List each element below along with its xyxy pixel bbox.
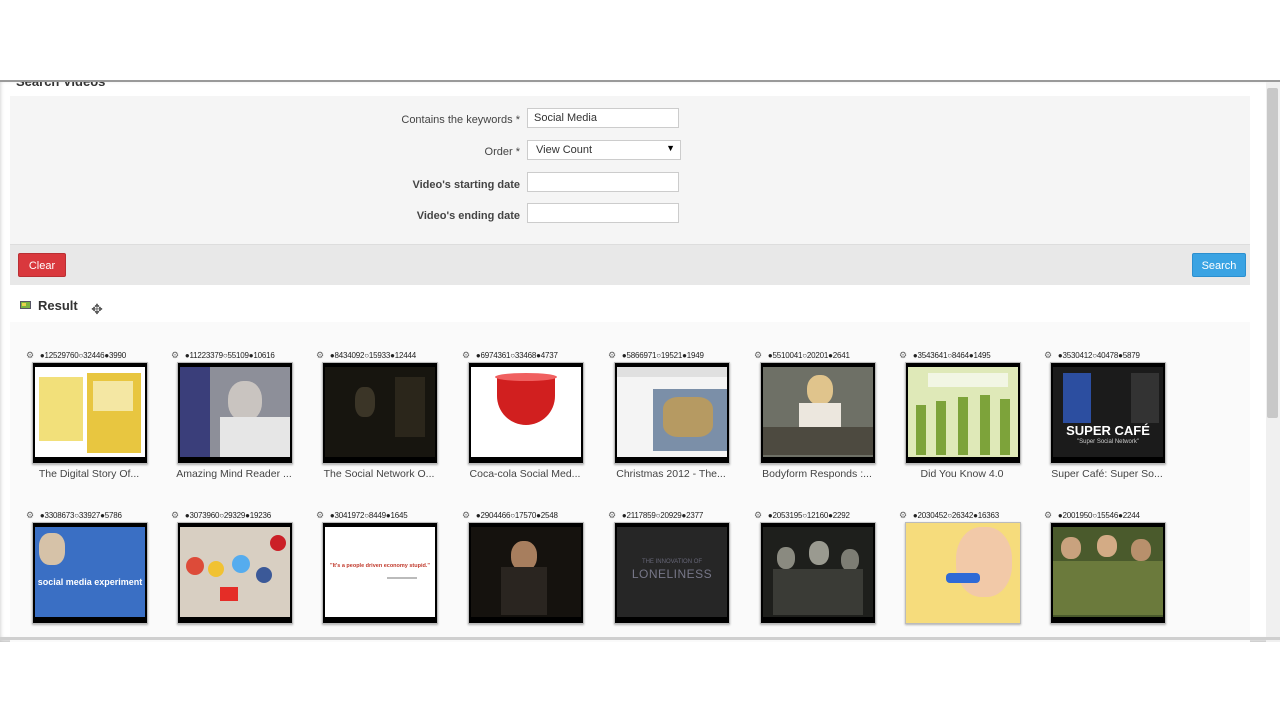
- thumb-caption: SUPER CAFÉ: [1066, 423, 1150, 438]
- order-label: Order *: [484, 146, 520, 158]
- move-cursor-icon: ✥: [91, 301, 103, 317]
- video-stats: ●11223379○55109●10616: [184, 351, 275, 360]
- video-thumbnail[interactable]: [468, 522, 584, 624]
- gear-icon: ⚙: [1044, 350, 1052, 360]
- start-date-input[interactable]: [527, 172, 679, 192]
- gear-icon: ⚙: [171, 510, 179, 520]
- video-stats: ●2030452○26342●16363: [912, 511, 1000, 520]
- gear-icon: ⚙: [899, 510, 907, 520]
- video-stats: ●2053195○12160●2292: [767, 511, 850, 520]
- video-stats: ●3308673○33927●5786: [39, 511, 122, 520]
- order-value: View Count: [536, 144, 593, 156]
- gear-icon: ⚙: [608, 510, 616, 520]
- gear-icon: ⚙: [316, 510, 324, 520]
- video-thumbnail[interactable]: [905, 362, 1021, 464]
- video-thumbnail[interactable]: [468, 362, 584, 464]
- gear-icon: ⚙: [316, 350, 324, 360]
- video-thumbnail[interactable]: [905, 522, 1021, 624]
- start-date-label: Video's starting date: [412, 179, 520, 191]
- video-thumbnail[interactable]: "It's a people driven economy stupid.": [322, 522, 438, 624]
- video-title[interactable]: Coca-cola Social Med...: [466, 468, 584, 480]
- gear-icon: ⚙: [899, 350, 907, 360]
- order-select[interactable]: View Count ▼: [527, 140, 681, 160]
- search-videos-panel: Search Videos Contains the keywords * So…: [0, 80, 1280, 642]
- video-title[interactable]: Bodyform Responds :...: [758, 468, 876, 480]
- thumb-caption-top: THE INNOVATION OF: [641, 559, 703, 565]
- video-stats: ●6974361○33468●4737: [475, 351, 558, 360]
- gear-icon: ⚙: [462, 510, 470, 520]
- gear-icon: ⚙: [754, 510, 762, 520]
- end-date-input[interactable]: [527, 203, 679, 223]
- video-thumbnail[interactable]: [177, 362, 293, 464]
- video-stats: ●2001950○15546●2244: [1057, 511, 1140, 520]
- video-title[interactable]: Christmas 2012 - The...: [612, 468, 730, 480]
- frame-divider: [0, 637, 1280, 640]
- gear-icon: ⚙: [754, 350, 762, 360]
- gear-icon: ⚙: [171, 350, 179, 360]
- scrollbar-thumb[interactable]: [1267, 88, 1278, 418]
- video-thumbnail[interactable]: [614, 362, 730, 464]
- video-thumbnail[interactable]: [177, 522, 293, 624]
- video-stats: ●12529760○32446●3990: [39, 351, 127, 360]
- video-stats: ●3543641○8464●1495: [912, 351, 991, 360]
- video-thumbnail[interactable]: social media experiment: [32, 522, 148, 624]
- clear-button[interactable]: Clear: [18, 253, 66, 277]
- video-thumbnail[interactable]: [760, 362, 876, 464]
- thumb-caption: LONELINESS: [631, 567, 713, 581]
- search-button[interactable]: Search: [1192, 253, 1246, 277]
- video-stats: ●3073960○29329●19236: [184, 511, 272, 520]
- end-date-label: Video's ending date: [416, 210, 520, 222]
- video-stats: ●3530412○40478●5879: [1057, 351, 1140, 360]
- gear-icon: ⚙: [1044, 510, 1052, 520]
- section-title: Search Videos: [16, 80, 106, 89]
- dropdown-arrow-icon: ▼: [666, 143, 675, 153]
- video-thumbnail[interactable]: [322, 362, 438, 464]
- video-title[interactable]: Super Café: Super So...: [1048, 468, 1166, 480]
- video-thumbnail[interactable]: [32, 362, 148, 464]
- gear-icon: ⚙: [26, 510, 34, 520]
- video-stats: ●5866971○19521●1949: [621, 351, 704, 360]
- thumb-subcaption: "Super Social Network": [1077, 439, 1139, 445]
- video-thumbnail[interactable]: [760, 522, 876, 624]
- video-stats: ●3041972○8449●1645: [329, 511, 408, 520]
- video-title[interactable]: The Social Network O...: [320, 468, 438, 480]
- keywords-input[interactable]: Social Media: [527, 108, 679, 128]
- search-form: Contains the keywords * Social Media Ord…: [10, 96, 1250, 246]
- result-heading: Result: [38, 298, 78, 313]
- video-stats: ●2117859○20929●2377: [621, 511, 704, 520]
- video-stats: ●5510041○20201●2641: [767, 351, 850, 360]
- gear-icon: ⚙: [462, 350, 470, 360]
- video-stats: ●8434092○15933●12444: [329, 351, 417, 360]
- video-thumbnail[interactable]: SUPER CAFÉ "Super Social Network": [1050, 362, 1166, 464]
- action-bar: Clear Search: [10, 244, 1250, 285]
- keywords-label: Contains the keywords *: [401, 114, 520, 126]
- video-thumbnail[interactable]: THE INNOVATION OF LONELINESS: [614, 522, 730, 624]
- thumb-caption: social media experiment: [37, 577, 143, 587]
- thumb-caption: "It's a people driven economy stupid.": [329, 563, 431, 569]
- video-title[interactable]: The Digital Story Of...: [30, 468, 148, 480]
- video-title[interactable]: Did You Know 4.0: [903, 468, 1021, 480]
- gear-icon: ⚙: [26, 350, 34, 360]
- gear-icon: ⚙: [608, 350, 616, 360]
- image-icon: [20, 301, 31, 309]
- video-stats: ●2904466○17570●2548: [475, 511, 558, 520]
- video-title[interactable]: Amazing Mind Reader ...: [175, 468, 293, 480]
- video-thumbnail[interactable]: [1050, 522, 1166, 624]
